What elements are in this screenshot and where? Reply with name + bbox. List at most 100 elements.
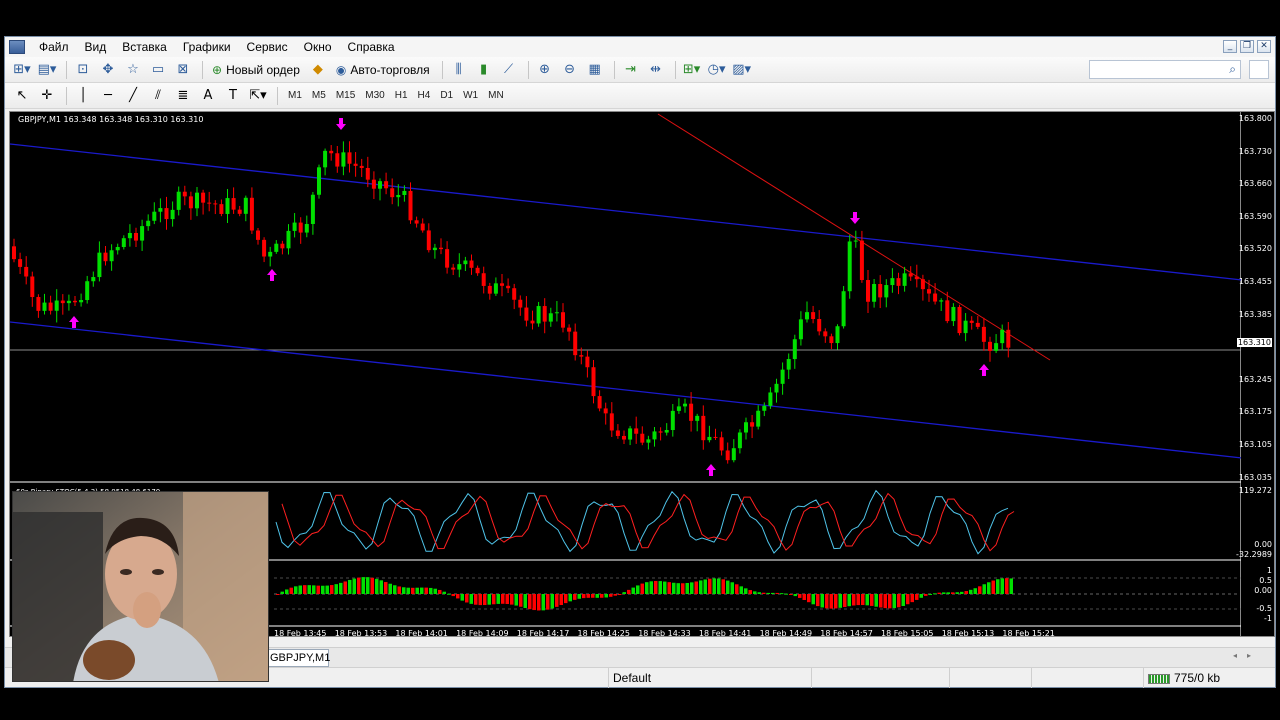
fibonacci-icon[interactable]: ≣ <box>172 85 194 107</box>
candle-body <box>60 300 65 304</box>
text-icon[interactable]: A <box>197 85 219 107</box>
histogram-bar <box>559 594 563 606</box>
terminal-icon[interactable]: ▭ <box>147 59 169 81</box>
timeframe-h1[interactable]: H1 <box>390 87 413 105</box>
horizontal-line-icon[interactable]: ─ <box>97 85 119 107</box>
zoom-in-icon[interactable]: ⊕ <box>534 59 556 81</box>
zoom-out-icon[interactable]: ⊖ <box>559 59 581 81</box>
candle-body <box>146 220 151 227</box>
timeframe-d1[interactable]: D1 <box>435 87 458 105</box>
candle-body <box>670 410 675 431</box>
channel-upper-line[interactable] <box>9 143 1243 281</box>
stoch-scale-label: 119.272 <box>1238 486 1272 495</box>
menu-window[interactable]: Окно <box>296 37 340 57</box>
candlestick-icon[interactable]: ▮ <box>473 59 495 81</box>
timeframe-w1[interactable]: W1 <box>458 87 483 105</box>
community-button[interactable] <box>1249 60 1269 79</box>
tester-icon[interactable]: ⊠ <box>172 59 194 81</box>
search-icon[interactable]: ⌕ <box>1229 62 1236 77</box>
tab-scroll-arrows-icon[interactable]: ◂▸ <box>1233 651 1261 660</box>
timeframe-m5[interactable]: M5 <box>307 87 331 105</box>
auto-trading-button[interactable]: ◉ Авто-торговля <box>332 59 434 81</box>
line-chart-icon[interactable]: ⟋ <box>498 59 520 81</box>
periods-button[interactable]: ◷▾ <box>706 59 728 81</box>
menu-file[interactable]: Файл <box>31 37 77 57</box>
menu-charts[interactable]: Графики <box>175 37 239 57</box>
candle-body <box>933 293 938 302</box>
candle-body <box>384 181 389 189</box>
histogram-bar <box>694 581 698 594</box>
candle-body <box>402 190 407 195</box>
new-order-button[interactable]: ⊕ Новый ордер <box>208 59 304 81</box>
histogram-bar <box>960 591 964 594</box>
candle-body <box>774 383 779 393</box>
trendline[interactable] <box>657 113 1051 361</box>
histogram-bar <box>406 587 410 594</box>
timeframe-m30[interactable]: M30 <box>360 87 389 105</box>
candle-body <box>408 190 413 221</box>
menu-insert[interactable]: Вставка <box>114 37 175 57</box>
price-label: 163.660 <box>1238 179 1272 189</box>
histogram-bar <box>793 594 797 597</box>
navigator-icon[interactable]: ☆ <box>122 59 144 81</box>
candle-body <box>97 252 102 278</box>
auto-scroll-icon[interactable]: ⇥ <box>620 59 642 81</box>
crosshair-icon[interactable]: ✛ <box>36 85 58 107</box>
histogram-bar <box>451 594 455 597</box>
bar-chart-icon[interactable]: ⫼ <box>448 59 470 81</box>
minimize-icon[interactable]: _ <box>1223 40 1237 53</box>
metaeditor-icon[interactable]: ◆ <box>307 59 329 81</box>
profiles-button[interactable]: ▤▾ <box>36 59 58 81</box>
cursor-icon[interactable]: ↖ <box>11 85 33 107</box>
indicators-button[interactable]: ⊞▾ <box>681 59 703 81</box>
candle-body <box>12 246 16 260</box>
histogram-bar <box>528 594 532 610</box>
candle-body <box>18 259 23 267</box>
arrows-button[interactable]: ⇱▾ <box>247 85 269 107</box>
candle-body <box>927 289 931 294</box>
data-window-icon[interactable]: ✥ <box>97 59 119 81</box>
restore-icon[interactable]: ❐ <box>1240 40 1254 53</box>
candle-body <box>695 415 700 421</box>
vertical-line-icon[interactable]: │ <box>72 85 94 107</box>
histogram-bar <box>442 591 446 594</box>
new-chart-button[interactable]: ⊞▾ <box>11 59 33 81</box>
histogram-bar <box>645 582 649 594</box>
timeframe-m15[interactable]: M15 <box>331 87 360 105</box>
chart-tab-gbpjpy[interactable]: GBPJPY,M1 <box>267 649 330 667</box>
channel-icon[interactable]: ⫽ <box>147 85 169 107</box>
histogram-bar <box>658 581 662 594</box>
histogram-bar <box>343 581 347 594</box>
menu-tools[interactable]: Сервис <box>239 37 296 57</box>
time-label: 18 Feb 14:25 <box>578 629 630 638</box>
candle-body <box>286 230 291 249</box>
trendline-icon[interactable]: ╱ <box>122 85 144 107</box>
candle-body <box>213 203 218 205</box>
timeframe-mn[interactable]: MN <box>483 87 509 105</box>
histogram-bar <box>874 594 878 607</box>
candle-body <box>152 211 157 221</box>
osc-scale-label: 0.5 <box>1259 576 1272 585</box>
price-scale[interactable]: 163.800 163.730 163.660 163.590 163.520 163.4… <box>1236 111 1275 637</box>
histogram-bar <box>834 594 838 609</box>
templates-button[interactable]: ▨▾ <box>731 59 753 81</box>
app-icon[interactable] <box>9 40 25 54</box>
histogram-bar <box>838 594 842 608</box>
text-label-icon[interactable]: T <box>222 85 244 107</box>
menu-help[interactable]: Справка <box>340 37 403 57</box>
menu-view[interactable]: Вид <box>77 37 115 57</box>
candle-body <box>859 240 864 281</box>
candle-body <box>561 312 565 328</box>
chart-shift-icon[interactable]: ⇹ <box>645 59 667 81</box>
candle-body <box>249 197 254 231</box>
market-watch-icon[interactable]: ⊡ <box>72 59 94 81</box>
close-icon[interactable]: ✕ <box>1257 40 1271 53</box>
candle-body <box>975 322 980 327</box>
candle-body <box>109 250 114 262</box>
timeframe-h4[interactable]: H4 <box>413 87 436 105</box>
sell-arrow-icon <box>850 212 860 224</box>
timeframe-m1[interactable]: M1 <box>283 87 307 105</box>
tile-windows-icon[interactable]: ▦ <box>584 59 606 81</box>
search-input[interactable] <box>1090 61 1218 78</box>
histogram-bar <box>514 594 518 606</box>
